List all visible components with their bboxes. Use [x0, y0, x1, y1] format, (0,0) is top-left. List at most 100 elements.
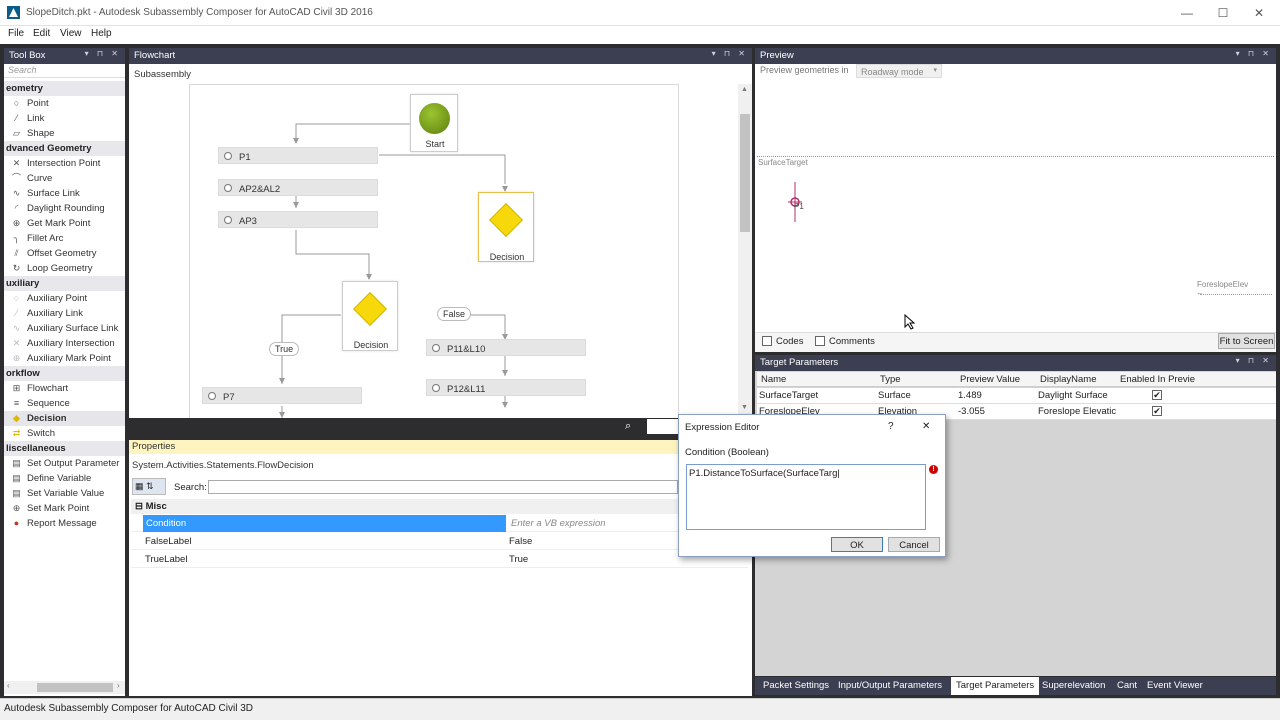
close-window-button[interactable]: ✕: [1249, 4, 1269, 22]
pane-controls[interactable]: ▾ ⊓ ✕: [1236, 356, 1272, 365]
tool-define-variable[interactable]: ▤ Define Variable: [4, 471, 125, 486]
param-value[interactable]: -3.055: [958, 406, 1036, 417]
decision-node-2[interactable]: Decision: [342, 281, 398, 351]
minimize-button[interactable]: —: [1177, 4, 1197, 22]
properties-search-input[interactable]: [208, 480, 678, 494]
node-p12-l11[interactable]: P12&L11: [426, 379, 586, 396]
property-group-misc[interactable]: ⊟ Misc: [131, 499, 748, 514]
param-name[interactable]: SurfaceTarget: [759, 390, 874, 401]
sort-buttons[interactable]: ▦ ⇅: [132, 478, 166, 495]
param-type[interactable]: Surface: [878, 390, 956, 401]
tab-cant[interactable]: Cant: [1117, 680, 1137, 691]
property-row-falselabel[interactable]: FalseLabel False: [131, 533, 748, 550]
fit-to-screen-button[interactable]: Fit to Screen: [1218, 333, 1275, 349]
category-workflow[interactable]: orkflow: [4, 366, 125, 381]
category-auxiliary[interactable]: uxiliary: [4, 276, 125, 291]
param-display[interactable]: Daylight Surface: [1038, 390, 1116, 401]
tool-switch[interactable]: ⇄ Switch: [4, 426, 125, 441]
tool-flowchart[interactable]: ⊞ Flowchart: [4, 381, 125, 396]
property-value[interactable]: True: [509, 554, 528, 565]
cancel-button[interactable]: Cancel: [888, 537, 940, 552]
tool-auxiliary-intersection[interactable]: ✕ Auxiliary Intersection: [4, 336, 125, 351]
tab-input-output-parameters[interactable]: Input/Output Parameters: [838, 680, 942, 691]
true-branch-label[interactable]: True: [269, 342, 300, 356]
menu-edit[interactable]: Edit: [33, 28, 50, 39]
tool-set-output-parameter[interactable]: ▤ Set Output Parameter: [4, 456, 125, 471]
tool-daylight-rounding[interactable]: ◜ Daylight Rounding: [4, 201, 125, 216]
node-p7[interactable]: P7: [202, 387, 362, 404]
node-p1[interactable]: P1: [218, 147, 378, 164]
flowchart-scroll-thumb[interactable]: [740, 114, 750, 232]
tool-report-message[interactable]: ● Report Message: [4, 516, 125, 531]
tool-point[interactable]: ○ Point: [4, 96, 125, 111]
category-miscellaneous[interactable]: liscellaneous: [4, 441, 125, 456]
tab-event-viewer[interactable]: Event Viewer: [1147, 680, 1203, 691]
tool-loop-geometry[interactable]: ↻ Loop Geometry: [4, 261, 125, 276]
preview-mode-select[interactable]: Roadway mode ▾: [856, 64, 942, 78]
tool-auxiliary-surface-link[interactable]: ∿ Auxiliary Surface Link: [4, 321, 125, 336]
tab-superelevation[interactable]: Superelevation: [1042, 680, 1105, 691]
node-p11-l10[interactable]: P11&L10: [426, 339, 586, 356]
col-preview-value[interactable]: Preview Value: [960, 374, 1020, 385]
col-display-name[interactable]: DisplayName: [1040, 374, 1097, 385]
false-branch-label[interactable]: False: [437, 307, 472, 321]
menu-view[interactable]: View: [60, 28, 82, 39]
property-value[interactable]: False: [509, 536, 532, 547]
tool-fillet-arc[interactable]: ╮ Fillet Arc: [4, 231, 125, 246]
tool-sequence[interactable]: ≡ Sequence: [4, 396, 125, 411]
maximize-button[interactable]: ☐: [1213, 4, 1233, 22]
menu-file[interactable]: File: [8, 28, 24, 39]
scroll-down-icon[interactable]: ▼: [741, 404, 748, 411]
tool-auxiliary-link[interactable]: ⁄ Auxiliary Link: [4, 306, 125, 321]
menu-help[interactable]: Help: [91, 28, 112, 39]
category-advanced-geometry[interactable]: dvanced Geometry: [4, 141, 125, 156]
categorized-icon[interactable]: ▦: [135, 481, 144, 491]
param-row[interactable]: SurfaceTarget Surface 1.489 Daylight Sur…: [757, 388, 1276, 404]
tab-packet-settings[interactable]: Packet Settings: [763, 680, 829, 691]
tool-decision[interactable]: ◆ Decision: [4, 411, 125, 426]
tool-offset-geometry[interactable]: ⫽ Offset Geometry: [4, 246, 125, 261]
ok-button[interactable]: OK: [831, 537, 883, 552]
tool-auxiliary-point[interactable]: ○ Auxiliary Point: [4, 291, 125, 306]
param-enabled-checkbox[interactable]: ✔: [1152, 406, 1162, 416]
tool-get-mark-point[interactable]: ⊕ Get Mark Point: [4, 216, 125, 231]
category-geometry[interactable]: eometry: [4, 81, 125, 96]
pane-controls[interactable]: ▾ ⊓ ✕: [712, 49, 748, 58]
tool-curve[interactable]: ⌒ Curve: [4, 171, 125, 186]
scroll-left-icon[interactable]: ‹: [7, 681, 10, 690]
breadcrumb[interactable]: Subassembly: [129, 64, 752, 85]
collapse-icon[interactable]: ⊟: [135, 501, 143, 512]
zoom-search-icon[interactable]: ⌕: [625, 420, 631, 433]
codes-checkbox[interactable]: [762, 336, 772, 346]
node-ap2-al2[interactable]: AP2&AL2: [218, 179, 378, 196]
tool-set-mark-point[interactable]: ⊕ Set Mark Point: [4, 501, 125, 516]
param-display[interactable]: Foreslope Elevatic: [1038, 406, 1116, 417]
decision-node-1[interactable]: Decision: [478, 192, 534, 262]
scroll-right-icon[interactable]: ›: [117, 681, 120, 690]
tool-link[interactable]: ⁄ Link: [4, 111, 125, 126]
node-ap3[interactable]: AP3: [218, 211, 378, 228]
help-button[interactable]: ?: [888, 421, 894, 432]
property-row-condition[interactable]: Condition Enter a VB expression: [131, 515, 748, 532]
col-name[interactable]: Name: [761, 374, 786, 385]
pane-controls[interactable]: ▾ ⊓ ✕: [85, 49, 121, 58]
tool-surface-link[interactable]: ∿ Surface Link: [4, 186, 125, 201]
property-row-truelabel[interactable]: TrueLabel True: [131, 551, 748, 568]
tab-target-parameters[interactable]: Target Parameters: [951, 677, 1040, 695]
scroll-thumb[interactable]: [37, 683, 113, 692]
tool-auxiliary-mark-point[interactable]: ⊕ Auxiliary Mark Point: [4, 351, 125, 366]
toolbox-hscrollbar[interactable]: ‹ ›: [4, 681, 125, 694]
comments-checkbox[interactable]: [815, 336, 825, 346]
param-enabled-checkbox[interactable]: ✔: [1152, 390, 1162, 400]
tool-shape[interactable]: ▱ Shape: [4, 126, 125, 141]
param-value[interactable]: 1.489: [958, 390, 1036, 401]
col-enabled[interactable]: Enabled In Previe: [1120, 374, 1200, 385]
tool-set-variable-value[interactable]: ▤ Set Variable Value: [4, 486, 125, 501]
col-type[interactable]: Type: [880, 374, 901, 385]
pane-controls[interactable]: ▾ ⊓ ✕: [1236, 49, 1272, 58]
start-node[interactable]: Start: [410, 94, 458, 152]
alphabetical-icon[interactable]: ⇅: [146, 481, 154, 491]
expression-input[interactable]: P1.DistanceToSurface(SurfaceTarg|: [686, 464, 926, 530]
tool-intersection-point[interactable]: ✕ Intersection Point: [4, 156, 125, 171]
toolbox-search-input[interactable]: Search: [4, 64, 125, 78]
